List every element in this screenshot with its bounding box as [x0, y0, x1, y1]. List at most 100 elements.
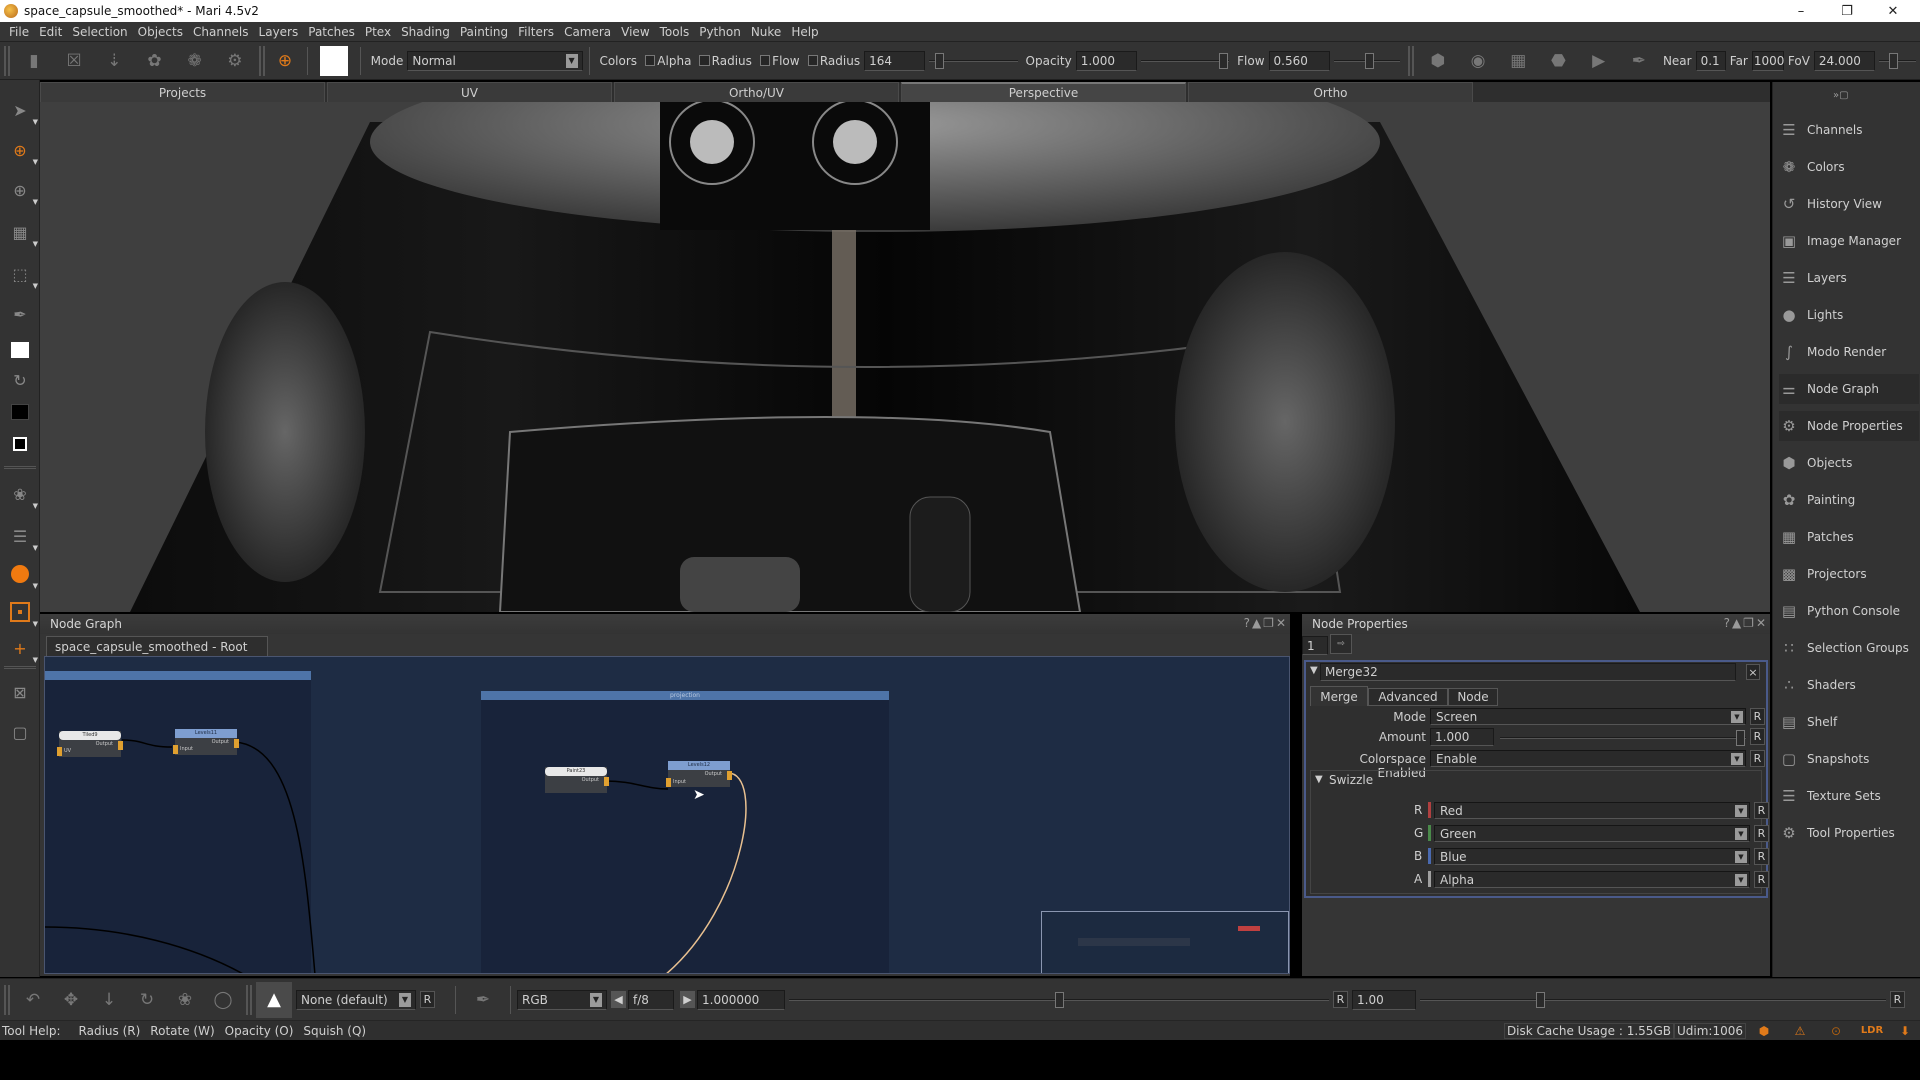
palette-channels[interactable]: ☰ Channels	[1779, 115, 1862, 145]
collapse-triangle-icon[interactable]: ▼	[1310, 665, 1318, 676]
palette-shelf[interactable]: ▤ Shelf	[1779, 707, 1837, 737]
background-color-black[interactable]	[8, 400, 32, 424]
lut-ldr-toggle[interactable]: LDR	[1854, 1025, 1890, 1036]
far-input[interactable]: 1000	[1751, 50, 1784, 71]
toolbar-grip[interactable]	[4, 984, 10, 1015]
opacity-slider-knob[interactable]	[1219, 52, 1229, 69]
reset-b-button[interactable]: R	[1754, 848, 1769, 865]
output-port[interactable]	[604, 777, 609, 786]
collapse-triangle-icon[interactable]: ▼	[1315, 774, 1323, 785]
gamma-slider[interactable]	[1420, 990, 1886, 1010]
radius-input[interactable]: 164	[864, 50, 926, 71]
menu-tools[interactable]: Tools	[655, 25, 695, 39]
toolbar-grip[interactable]	[246, 984, 252, 1015]
palette-lights[interactable]: ● Lights	[1779, 300, 1843, 330]
channel-dropdown[interactable]: RGB ▼	[517, 989, 607, 1010]
menu-python[interactable]: Python	[694, 25, 746, 39]
radius-checkbox[interactable]	[699, 55, 710, 66]
wireframe-cube-icon[interactable]: ⬢	[1428, 50, 1448, 72]
fov-input[interactable]: 24.000	[1813, 50, 1876, 71]
select-icon[interactable]: ➤ ▼	[8, 98, 38, 127]
close-button[interactable]: ✕	[1870, 0, 1916, 22]
rotate-icon[interactable]: ↻	[136, 989, 158, 1011]
shader-dropdown[interactable]: None (default) ▼	[296, 989, 416, 1010]
blend-mode-dropdown[interactable]: Screen ▼	[1430, 708, 1746, 725]
menu-layers[interactable]: Layers	[254, 25, 304, 39]
toolbar-grip[interactable]	[1407, 45, 1414, 76]
fstop-increase-button[interactable]: ▶	[680, 991, 695, 1008]
alpha-checkbox[interactable]	[645, 55, 656, 66]
help-icon[interactable]: ?	[1724, 616, 1730, 630]
reset-amount-button[interactable]: R	[1750, 728, 1765, 745]
download-icon[interactable]: ⬇	[1890, 1024, 1920, 1038]
amount-slider[interactable]	[1500, 728, 1746, 748]
paint-icon[interactable]: ⊕ ▼	[8, 138, 38, 167]
color-picker-icon[interactable]: ✒	[472, 989, 494, 1011]
minimize-button[interactable]: –	[1778, 0, 1824, 22]
palette-selection-groups[interactable]: ∷ Selection Groups	[1779, 633, 1909, 663]
perspective-viewport[interactable]	[40, 102, 1770, 612]
hide-selection-icon[interactable]: ⊠	[8, 680, 32, 704]
fstop-decrease-button[interactable]: ◀	[611, 991, 626, 1008]
clear-panels-button[interactable]: ⇨	[1330, 634, 1352, 654]
swizzle-g-dropdown[interactable]: Green ▼	[1434, 825, 1750, 842]
scatter-icon[interactable]: ◯	[212, 989, 234, 1011]
mode-dropdown[interactable]: Normal ▼	[407, 50, 583, 71]
camera-snapshot-icon[interactable]: ◉	[1468, 50, 1488, 72]
menu-selection[interactable]: Selection	[67, 25, 132, 39]
tab-projects[interactable]: Projects	[40, 82, 325, 102]
add-projector-icon[interactable]: + ▼	[8, 636, 38, 665]
cache-status-icon[interactable]: ⬢	[1746, 1024, 1782, 1038]
eyedropper-icon[interactable]: ✒	[8, 302, 32, 326]
tab-node[interactable]: Node	[1448, 688, 1498, 706]
palette-python-console[interactable]: ▤ Python Console	[1779, 596, 1900, 626]
reset-colorspace-button[interactable]: R	[1750, 750, 1765, 767]
radius-slider[interactable]	[929, 51, 1018, 71]
menu-ptex[interactable]: Ptex	[360, 25, 396, 39]
move-icon[interactable]: ✥	[60, 989, 82, 1011]
layer-visibility-icon[interactable]: ☰ ▼	[8, 524, 38, 553]
menu-shading[interactable]: Shading	[396, 25, 455, 39]
near-input[interactable]: 0.1	[1695, 50, 1726, 71]
node-paint23[interactable]: Paint23 Output	[545, 767, 609, 793]
palette-layers[interactable]: ☰ Layers	[1779, 263, 1846, 293]
amount-slider-knob[interactable]	[1736, 730, 1745, 746]
swap-colors-icon[interactable]: ↻	[8, 368, 32, 392]
paint-brush-icon[interactable]: ✒	[1629, 50, 1649, 72]
menu-camera[interactable]: Camera	[559, 25, 616, 39]
down-arrow-icon[interactable]: ↓	[98, 989, 120, 1011]
palette-snapshots[interactable]: ▢ Snapshots	[1779, 744, 1869, 774]
radius-slider-knob[interactable]	[935, 52, 945, 69]
paint-through-icon[interactable]: ⊕	[277, 50, 294, 72]
menu-objects[interactable]: Objects	[133, 25, 188, 39]
node-name-field[interactable]: Merge32	[1320, 663, 1736, 681]
colorspace-dropdown[interactable]: Enable ▼	[1430, 750, 1746, 767]
menu-view[interactable]: View	[616, 25, 654, 39]
max-panels-input[interactable]: 1	[1302, 636, 1328, 655]
node-levels12[interactable]: Levels12 Output Input	[666, 761, 732, 787]
foreground-color-white[interactable]	[8, 338, 32, 362]
tab-uv[interactable]: UV	[327, 82, 612, 102]
close-file-icon[interactable]: ☒	[64, 50, 84, 72]
swizzle-r-dropdown[interactable]: Red ▼	[1434, 802, 1750, 819]
tab-merge[interactable]: Merge	[1310, 686, 1368, 706]
paint-status-icon[interactable]: ⊙	[1818, 1024, 1854, 1038]
menu-edit[interactable]: Edit	[34, 25, 67, 39]
swizzle-b-dropdown[interactable]: Blue ▼	[1434, 848, 1750, 865]
reset-r-button[interactable]: R	[1754, 802, 1769, 819]
palette-node-graph[interactable]: ⚌ Node Graph	[1779, 374, 1919, 404]
palette-node-properties[interactable]: ⚙ Node Properties	[1779, 411, 1919, 441]
flow-slider[interactable]	[1333, 51, 1400, 71]
file-settings-icon[interactable]: ⚙	[225, 50, 245, 72]
float-icon[interactable]: ▲	[1252, 616, 1261, 630]
opacity-slider[interactable]	[1141, 51, 1230, 71]
radius-pressure-checkbox[interactable]	[807, 55, 818, 66]
shader-ball-icon[interactable]: ▲	[256, 981, 292, 1018]
exposure-input[interactable]: 1.000000	[697, 989, 785, 1010]
palette-painting[interactable]: ✿ Painting	[1779, 485, 1856, 515]
amount-input[interactable]: 1.000	[1430, 728, 1494, 746]
restore-button[interactable]: ❐	[1824, 0, 1870, 22]
toolbar-grip[interactable]	[4, 45, 10, 76]
flow-slider-knob[interactable]	[1365, 52, 1375, 69]
color-swatch-white[interactable]	[320, 45, 348, 76]
